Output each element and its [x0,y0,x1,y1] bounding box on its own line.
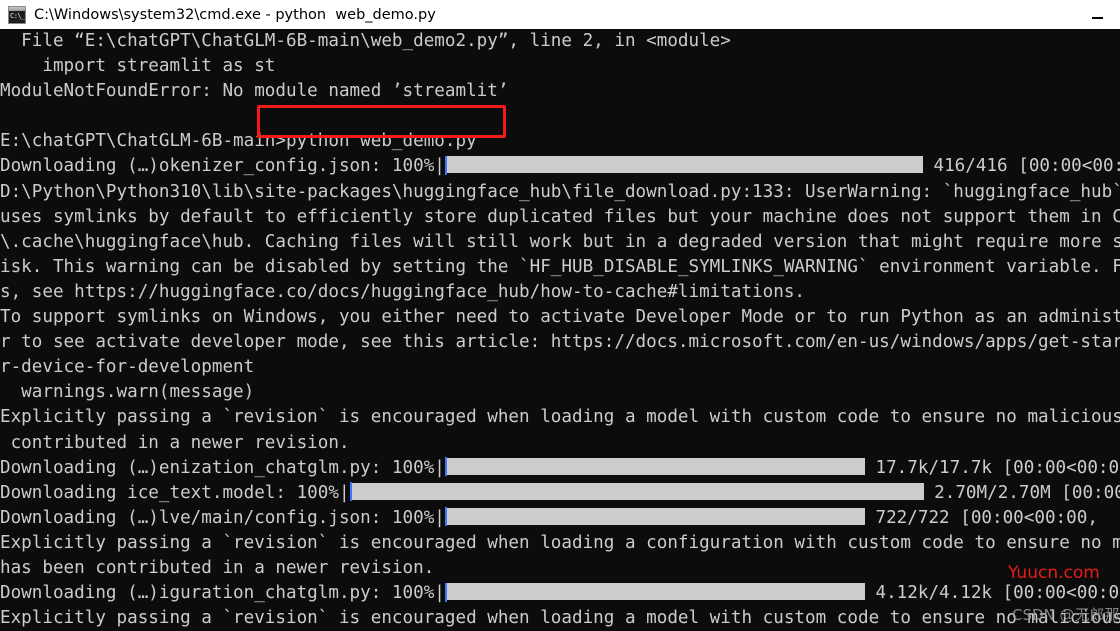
console-line-text: To support symlinks on Windows, you eith… [0,307,1120,328]
console-line-text: warnings.warn(message) [0,382,255,403]
console-line-text: r to see activate developer mode, see th… [0,332,1120,353]
progress-bar-fill [446,583,865,601]
console-line: D:\Python\Python310\lib\site-packages\hu… [0,180,1120,205]
console-line-text: D:\Python\Python310\lib\site-packages\hu… [0,181,1120,202]
console-line-stats: 722/722 [00:00<00:00, [864,507,1098,528]
console-line: has been contributed in a newer revision… [0,556,1120,581]
console-line-text: r-device-for-development [0,357,255,378]
console-line-text: E:\chatGPT\ChatGLM-6B-main>python web_de… [0,131,477,152]
console-line-stats: 4.12k/4.12k [00:00<00:00, 4 [875,583,1120,604]
console-line-text: Explicitly passing a `revision` is encou… [0,407,1120,428]
console-line-text: File “E:\chatGPT\ChatGLM-6B-main\web_dem… [0,31,731,51]
console-line-text: Downloading ice_text.model: 100%| [0,482,350,503]
console-line: Explicitly passing a `revision` is encou… [0,606,1120,631]
console-line-stats: 416/416 [00:00<00:00, [933,156,1120,177]
console-line-text: Explicitly passing a `revision` is encou… [0,608,1120,629]
console-line: r to see activate developer mode, see th… [0,330,1120,355]
console-line: Downloading (…)lve/main/config.json: 100… [0,506,1120,531]
console-line-text: import streamlit as st [0,56,276,77]
console-line-text: uses symlinks by default to efficiently … [0,206,1120,227]
cmd-console-icon: C:\_ [8,5,26,24]
console-output[interactable]: File “E:\chatGPT\ChatGLM-6B-main\web_dem… [0,29,1120,631]
console-line-text: Downloading (…)lve/main/config.json: 100… [0,507,445,528]
console-line: Downloading ice_text.model: 100%| 2.70M/… [0,481,1120,506]
console-line-text: Downloading (…)enization_chatglm.py: 100… [0,457,445,478]
window-controls [1074,0,1120,29]
console-line-text: Downloading (…)okenizer_config.json: 100… [0,156,445,177]
console-line: uses symlinks by default to efficiently … [0,205,1120,230]
console-line-text: isk. This warning can be disabled by set… [0,256,1120,277]
progress-bar-fill [351,482,924,500]
console-line: Downloading (…)okenizer_config.json: 100… [0,154,1120,179]
watermark-red: Yuucn.com [1008,563,1100,583]
console-line: warnings.warn(message) [0,380,1120,405]
window-title: C:\Windows\system32\cmd.exe - python web… [34,6,436,23]
cmd-window: C:\_ C:\Windows\system32\cmd.exe - pytho… [0,0,1120,631]
console-line: r-device-for-development [0,355,1120,380]
progress-bar-fill [446,457,865,475]
console-line-text: has been contributed in a newer revision… [0,557,435,578]
console-line-text: s, see https://huggingface.co/docs/huggi… [0,281,806,302]
console-line-text: Explicitly passing a `revision` is encou… [0,532,1120,553]
console-line-text: ModuleNotFoundError: No module named ’st… [0,81,509,102]
progress-bar-fill [446,156,923,174]
console-line: File “E:\chatGPT\ChatGLM-6B-main\web_dem… [0,29,1120,54]
console-line: To support symlinks on Windows, you eith… [0,305,1120,330]
window-titlebar[interactable]: C:\_ C:\Windows\system32\cmd.exe - pytho… [0,0,1120,30]
console-line: Explicitly passing a `revision` is encou… [0,531,1120,556]
progress-bar-fill [446,507,865,525]
console-line: Downloading (…)iguration_chatglm.py: 100… [0,581,1120,606]
console-line: E:\chatGPT\ChatGLM-6B-main>python web_de… [0,129,1120,154]
console-line: s, see https://huggingface.co/docs/huggi… [0,280,1120,305]
console-line: \.cache\huggingface\hub. Caching files w… [0,230,1120,255]
minimize-button[interactable] [1074,0,1120,29]
console-line: ModuleNotFoundError: No module named ’st… [0,79,1120,104]
minimize-icon [1091,16,1103,19]
console-line: contributed in a newer revision. [0,431,1120,456]
console-line-text: Downloading (…)iguration_chatglm.py: 100… [0,583,445,604]
console-line: isk. This warning can be disabled by set… [0,255,1120,280]
icon-screen-glyph: C:\_ [9,10,25,23]
console-line-stats: 17.7k/17.7k [00:00<00:00, 1 [875,457,1120,478]
console-line-text: contributed in a newer revision. [0,432,350,453]
console-line: Explicitly passing a `revision` is encou… [0,405,1120,430]
console-line: Downloading (…)enization_chatglm.py: 100… [0,456,1120,481]
console-line-stats: 2.70M/2.70M [00:00<00:00, 4. [934,482,1120,503]
watermark-csdn: CSDN @无郎那 [1012,606,1120,624]
console-line-text: \.cache\huggingface\hub. Caching files w… [0,231,1120,252]
console-line: import streamlit as st [0,54,1120,79]
